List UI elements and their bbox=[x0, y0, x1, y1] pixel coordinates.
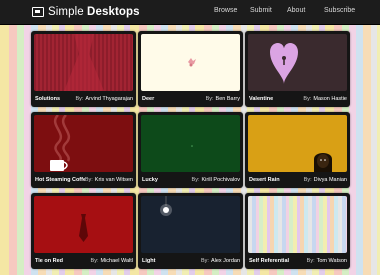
wallpaper-card[interactable]: Solutions By: Arvind Thyagarajan bbox=[31, 31, 136, 107]
card-author[interactable]: Kris van Witsen bbox=[95, 177, 133, 183]
by-label: By: bbox=[306, 258, 315, 264]
card-caption: Hot Steaming Coffee By: Kris van Witsen bbox=[35, 175, 133, 185]
card-title[interactable]: Hot Steaming Coffee bbox=[35, 177, 85, 183]
by-label: By: bbox=[303, 177, 312, 183]
card-title[interactable]: Solutions bbox=[35, 96, 75, 102]
tie-art bbox=[79, 214, 88, 242]
wallpaper-card[interactable]: Lucky By: Kirill Pochivalov bbox=[138, 112, 243, 188]
wallpaper-card[interactable]: Self Referential By: Tom Watson bbox=[245, 193, 350, 269]
wallpaper-thumbnail[interactable] bbox=[248, 34, 347, 91]
wallpaper-thumbnail[interactable] bbox=[34, 196, 133, 253]
card-caption: Deer By: Ben Barry bbox=[142, 94, 240, 104]
card-caption: Lucky By: Kirill Pochivalov bbox=[142, 175, 240, 185]
card-author[interactable]: Tom Watson bbox=[317, 258, 347, 264]
wallpaper-card[interactable]: Valentine By: Mason Hastie bbox=[245, 31, 350, 107]
wallpaper-card[interactable]: Hot Steaming Coffee By: Kris van Witsen bbox=[31, 112, 136, 188]
by-label: By: bbox=[303, 96, 312, 102]
wallpaper-grid: Solutions By: Arvind Thyagarajan Deer By… bbox=[0, 0, 380, 275]
wallpaper-thumbnail[interactable] bbox=[248, 115, 347, 172]
wallpaper-card[interactable]: Deer By: Ben Barry bbox=[138, 31, 243, 107]
card-title[interactable]: Lucky bbox=[142, 177, 192, 183]
card-title[interactable]: Light bbox=[142, 258, 201, 264]
card-caption: Self Referential By: Tom Watson bbox=[249, 256, 347, 266]
wallpaper-card[interactable]: Tie on Red By: Michael Waltl bbox=[31, 193, 136, 269]
wallpaper-thumbnail[interactable] bbox=[141, 34, 240, 91]
card-author[interactable]: Alex Jordan bbox=[211, 258, 240, 264]
card-caption: Light By: Alex Jordan bbox=[142, 256, 240, 266]
by-label: By: bbox=[201, 258, 209, 264]
wallpaper-thumbnail[interactable] bbox=[141, 115, 240, 172]
card-author[interactable]: Michael Waltl bbox=[101, 258, 134, 264]
card-author[interactable]: Ben Barry bbox=[216, 96, 240, 102]
by-label: By: bbox=[90, 258, 99, 264]
card-title[interactable]: Deer bbox=[142, 96, 206, 102]
card-caption: Solutions By: Arvind Thyagarajan bbox=[35, 94, 133, 104]
card-title[interactable]: Valentine bbox=[249, 96, 303, 102]
wallpaper-card[interactable]: Light By: Alex Jordan bbox=[138, 193, 243, 269]
by-label: By: bbox=[191, 177, 200, 183]
card-caption: Tie on Red By: Michael Waltl bbox=[35, 256, 133, 266]
card-title[interactable]: Self Referential bbox=[249, 258, 307, 264]
card-author[interactable]: Divya Manian bbox=[314, 177, 347, 183]
card-author[interactable]: Kirill Pochivalov bbox=[201, 177, 240, 183]
by-label: By: bbox=[75, 96, 84, 102]
card-title[interactable]: Tie on Red bbox=[35, 258, 91, 264]
by-label: By: bbox=[84, 177, 93, 183]
light-art bbox=[160, 196, 172, 216]
lucky-art bbox=[191, 145, 193, 147]
card-author[interactable]: Arvind Thyagarajan bbox=[85, 96, 133, 102]
card-author[interactable]: Mason Hastie bbox=[313, 96, 347, 102]
deer-art bbox=[188, 58, 196, 67]
card-caption: Desert Rain By: Divya Manian bbox=[249, 175, 347, 185]
desert-rain-art bbox=[314, 153, 332, 172]
by-label: By: bbox=[205, 96, 214, 102]
wallpaper-thumbnail[interactable] bbox=[34, 115, 133, 172]
wallpaper-thumbnail[interactable] bbox=[34, 34, 133, 91]
card-caption: Valentine By: Mason Hastie bbox=[249, 94, 347, 104]
wallpaper-thumbnail[interactable] bbox=[248, 196, 347, 253]
wallpaper-card[interactable]: Desert Rain By: Divya Manian bbox=[245, 112, 350, 188]
card-title[interactable]: Desert Rain bbox=[249, 177, 304, 183]
wallpaper-thumbnail[interactable] bbox=[141, 196, 240, 253]
valentine-art bbox=[270, 43, 298, 84]
solutions-art bbox=[64, 34, 104, 91]
coffee-art bbox=[50, 115, 71, 171]
